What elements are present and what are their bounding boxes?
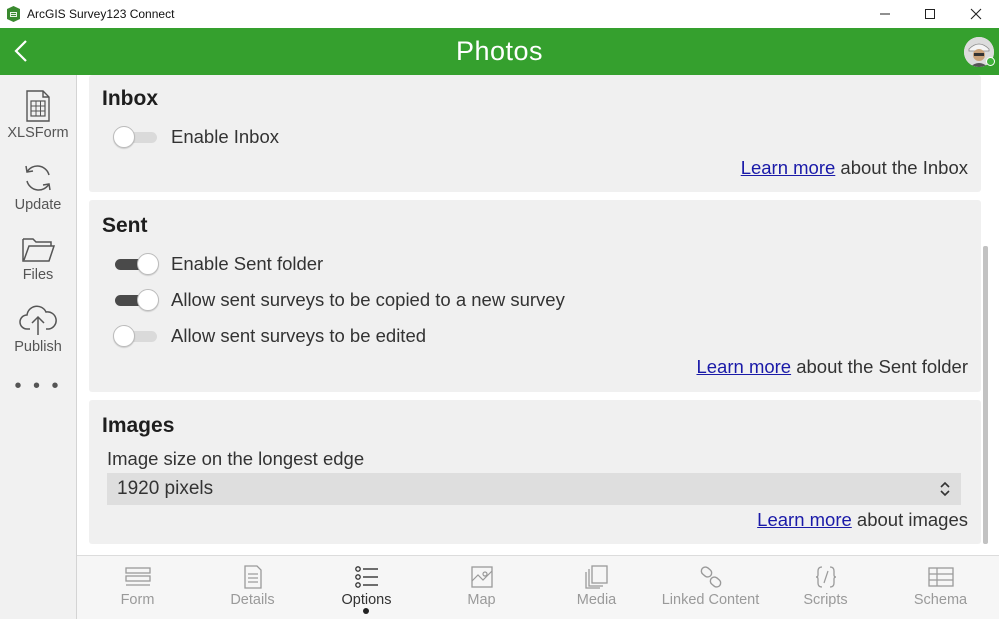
- tab-label: Scripts: [803, 592, 848, 608]
- image-size-select[interactable]: 1920 pixels: [107, 473, 961, 505]
- tab-details[interactable]: Details: [195, 565, 310, 608]
- map-icon: [470, 566, 493, 588]
- online-status-dot: [986, 57, 995, 66]
- sidebar-item-label: Update: [14, 197, 62, 213]
- schema-icon: [927, 567, 954, 587]
- app-header: Photos: [0, 28, 999, 75]
- tab-schema[interactable]: Schema: [883, 565, 998, 608]
- tab-label: Media: [576, 592, 617, 608]
- sidebar: XLSForm Update Files Publish • • •: [0, 75, 77, 619]
- image-size-label: Image size on the longest edge: [107, 448, 365, 469]
- close-icon: [970, 8, 982, 20]
- sidebar-item-label: Files: [22, 267, 54, 283]
- image-size-value: 1920 pixels: [117, 478, 214, 499]
- refresh-icon: [25, 165, 51, 191]
- link-icon: [700, 566, 721, 588]
- tab-label: Form: [120, 592, 155, 608]
- bottom-tab-bar: Form Details Options Map Media Linked Co…: [77, 555, 999, 619]
- options-list-icon: [354, 566, 378, 588]
- sidebar-item-update[interactable]: Update: [0, 161, 76, 213]
- page-title: Photos: [455, 36, 544, 66]
- tab-form[interactable]: Form: [80, 565, 195, 608]
- cloud-upload-icon: [19, 305, 57, 335]
- images-card: Images Image size on the longest edge 19…: [89, 400, 981, 544]
- allow-copy-toggle[interactable]: [113, 288, 159, 312]
- tab-label: Details: [230, 592, 275, 608]
- enable-sent-toggle[interactable]: [113, 252, 159, 276]
- inbox-learn-more: Learn more about the Inbox: [741, 157, 968, 179]
- allow-copy-row[interactable]: Allow sent surveys to be copied to a new…: [113, 288, 565, 312]
- tab-label: Map: [467, 592, 496, 608]
- minimize-button[interactable]: [862, 0, 908, 28]
- active-tab-indicator: [363, 608, 369, 614]
- inbox-title: Inbox: [102, 87, 158, 110]
- app-logo-icon: [7, 6, 20, 22]
- tab-scripts[interactable]: Scripts: [768, 565, 883, 608]
- learn-more-link[interactable]: Learn more: [696, 356, 791, 377]
- images-learn-more: Learn more about images: [757, 509, 968, 531]
- tab-map[interactable]: Map: [424, 565, 539, 608]
- tab-label: Options: [341, 592, 392, 608]
- sent-title: Sent: [102, 214, 148, 237]
- vertical-scrollbar[interactable]: [983, 246, 988, 544]
- form-icon: [124, 567, 151, 586]
- sent-learn-more: Learn more about the Sent folder: [696, 356, 968, 378]
- learn-more-suffix: about the Sent folder: [791, 356, 968, 377]
- sidebar-item-label: XLSForm: [7, 125, 69, 141]
- options-content: Inbox Enable Inbox Learn more about the …: [77, 75, 999, 555]
- details-icon: [243, 565, 262, 589]
- maximize-icon: [925, 9, 935, 19]
- images-title: Images: [102, 414, 175, 437]
- tab-label: Linked Content: [661, 592, 760, 608]
- inbox-card: Inbox Enable Inbox Learn more about the …: [89, 75, 981, 192]
- allow-edit-row[interactable]: Allow sent surveys to be edited: [113, 324, 426, 348]
- scripts-icon: [815, 566, 836, 588]
- sidebar-item-xlsform[interactable]: XLSForm: [0, 89, 76, 141]
- learn-more-suffix: about the Inbox: [835, 157, 968, 178]
- toggle-label: Allow sent surveys to be edited: [171, 325, 427, 346]
- sidebar-item-files[interactable]: Files: [0, 233, 76, 283]
- tab-linked-content[interactable]: Linked Content: [653, 565, 768, 608]
- tab-media[interactable]: Media: [539, 565, 654, 608]
- minimize-icon: [880, 13, 890, 15]
- tab-options[interactable]: Options: [309, 565, 424, 608]
- enable-inbox-toggle[interactable]: [113, 125, 159, 149]
- media-icon: [584, 565, 608, 589]
- tab-label: Schema: [913, 592, 968, 608]
- window-titlebar: ArcGIS Survey123 Connect: [0, 0, 999, 28]
- learn-more-link[interactable]: Learn more: [757, 509, 852, 530]
- sent-card: Sent Enable Sent folder Allow sent surve…: [89, 200, 981, 392]
- learn-more-link[interactable]: Learn more: [741, 157, 836, 178]
- toggle-label: Enable Inbox: [171, 126, 280, 147]
- learn-more-suffix: about images: [851, 509, 968, 530]
- sidebar-item-publish[interactable]: Publish: [0, 303, 76, 355]
- enable-sent-row[interactable]: Enable Sent folder: [113, 252, 323, 276]
- sidebar-item-label: Publish: [14, 339, 62, 355]
- folder-icon: [22, 238, 55, 262]
- toggle-label: Allow sent surveys to be copied to a new…: [171, 289, 565, 310]
- spreadsheet-icon: [26, 90, 50, 122]
- maximize-button[interactable]: [907, 0, 953, 28]
- close-button[interactable]: [953, 0, 999, 28]
- allow-edit-toggle[interactable]: [113, 324, 159, 348]
- window-title: ArcGIS Survey123 Connect: [27, 7, 175, 21]
- updown-chevron-icon: [940, 481, 950, 497]
- toggle-label: Enable Sent folder: [171, 253, 324, 274]
- enable-inbox-row[interactable]: Enable Inbox: [113, 125, 279, 149]
- more-menu-button[interactable]: • • •: [0, 375, 76, 398]
